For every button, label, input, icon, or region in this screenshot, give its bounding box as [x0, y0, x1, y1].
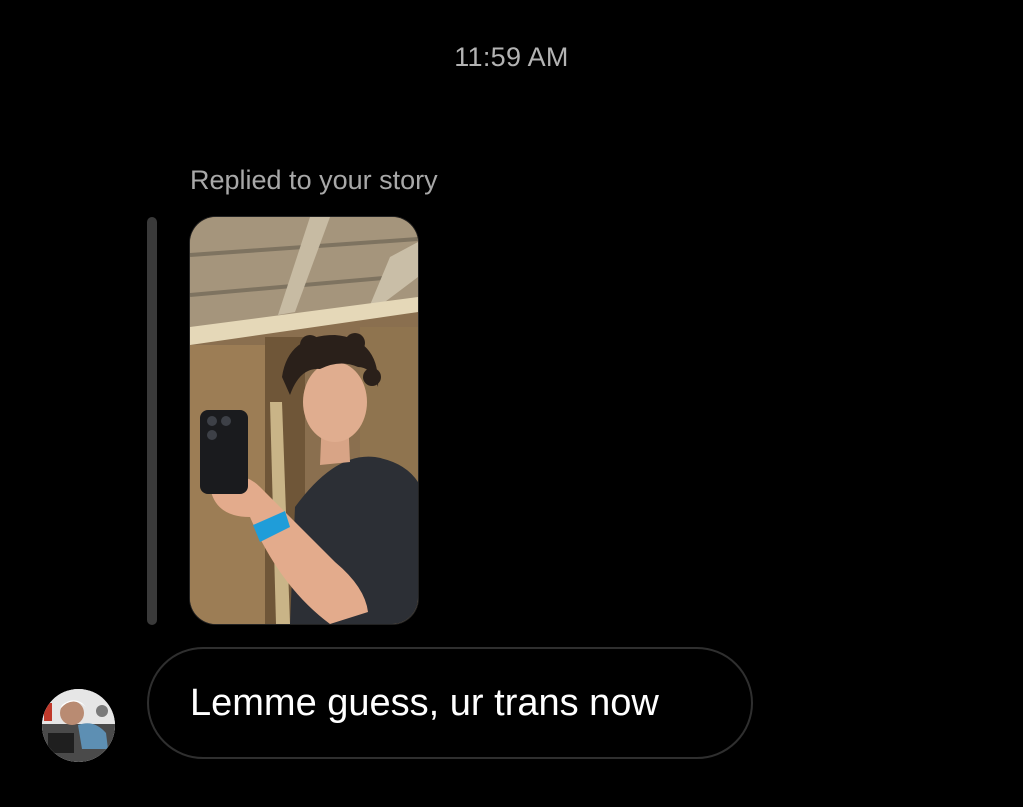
- reply-indicator-bar: [147, 217, 157, 625]
- message-text: Lemme guess, ur trans now: [190, 681, 659, 724]
- sender-avatar[interactable]: [42, 689, 115, 762]
- message-bubble[interactable]: Lemme guess, ur trans now: [147, 647, 753, 759]
- avatar-image: [42, 689, 115, 762]
- story-image: [190, 217, 418, 624]
- message-timestamp: 11:59 AM: [454, 42, 569, 72]
- story-reply-label: Replied to your story: [190, 165, 438, 195]
- story-thumbnail[interactable]: [190, 217, 418, 624]
